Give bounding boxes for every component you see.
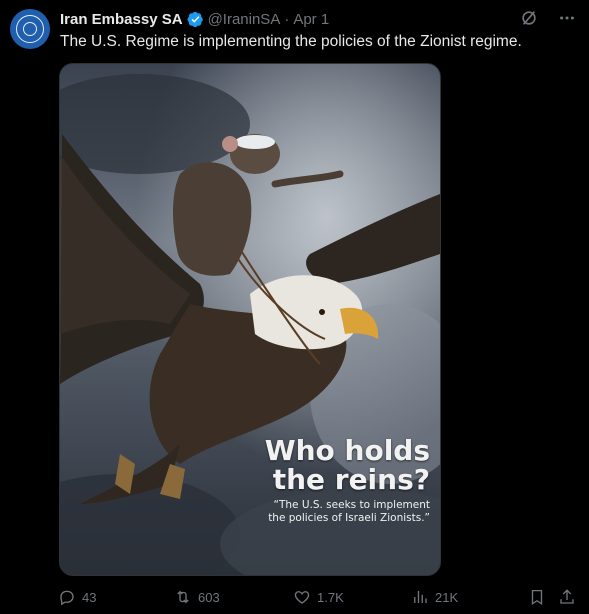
share-icon <box>560 589 574 604</box>
bookmark-button[interactable] <box>528 588 546 606</box>
like-count: 1.7K <box>317 589 344 605</box>
repost-icon <box>177 590 189 604</box>
separator-dot: · <box>284 10 290 28</box>
timestamp[interactable]: Apr 1 <box>293 11 329 28</box>
tweet[interactable]: Iran Embassy SA @IraninSA · Apr 1 The U.… <box>0 0 589 614</box>
reply-icon <box>60 590 74 606</box>
tweet-text: The U.S. Regime is implementing the poli… <box>60 33 522 50</box>
bookmark-icon <box>531 589 543 606</box>
views-button[interactable]: 21K <box>411 588 458 606</box>
image-subtitle: “The U.S. seeks to implement the policie… <box>235 499 430 525</box>
views-count: 21K <box>435 589 459 605</box>
image-subtitle-line-1: “The U.S. seeks to implement <box>273 499 430 511</box>
image-title-line-1: Who holds <box>264 434 430 467</box>
image-subtitle-line-2: the policies of Israeli Zionists.” <box>268 512 430 524</box>
image-title: Who holds the reins? <box>260 436 430 494</box>
reply-button[interactable]: 43 <box>58 588 96 606</box>
grok-icon[interactable] <box>519 8 539 28</box>
repost-count: 603 <box>198 589 220 605</box>
embassy-seal-icon <box>16 15 44 43</box>
share-button[interactable] <box>558 588 576 606</box>
avatar[interactable] <box>10 9 50 49</box>
like-icon <box>294 591 310 604</box>
reply-count: 43 <box>82 589 97 605</box>
author-handle[interactable]: @IraninSA <box>208 11 281 28</box>
like-button[interactable]: 1.7K <box>293 588 344 606</box>
verified-badge-icon <box>187 11 204 28</box>
tweet-media-image[interactable]: Who holds the reins? “The U.S. seeks to … <box>59 63 441 576</box>
tweet-header: Iran Embassy SA @IraninSA · Apr 1 <box>60 9 329 29</box>
more-icon[interactable] <box>557 8 577 28</box>
author-name[interactable]: Iran Embassy SA <box>60 11 183 28</box>
repost-button[interactable]: 603 <box>174 588 220 606</box>
top-icons <box>519 8 577 28</box>
image-title-line-2: the reins? <box>272 463 430 496</box>
action-bar: 43 603 1.7K 21K <box>58 588 578 608</box>
views-icon <box>414 591 427 603</box>
